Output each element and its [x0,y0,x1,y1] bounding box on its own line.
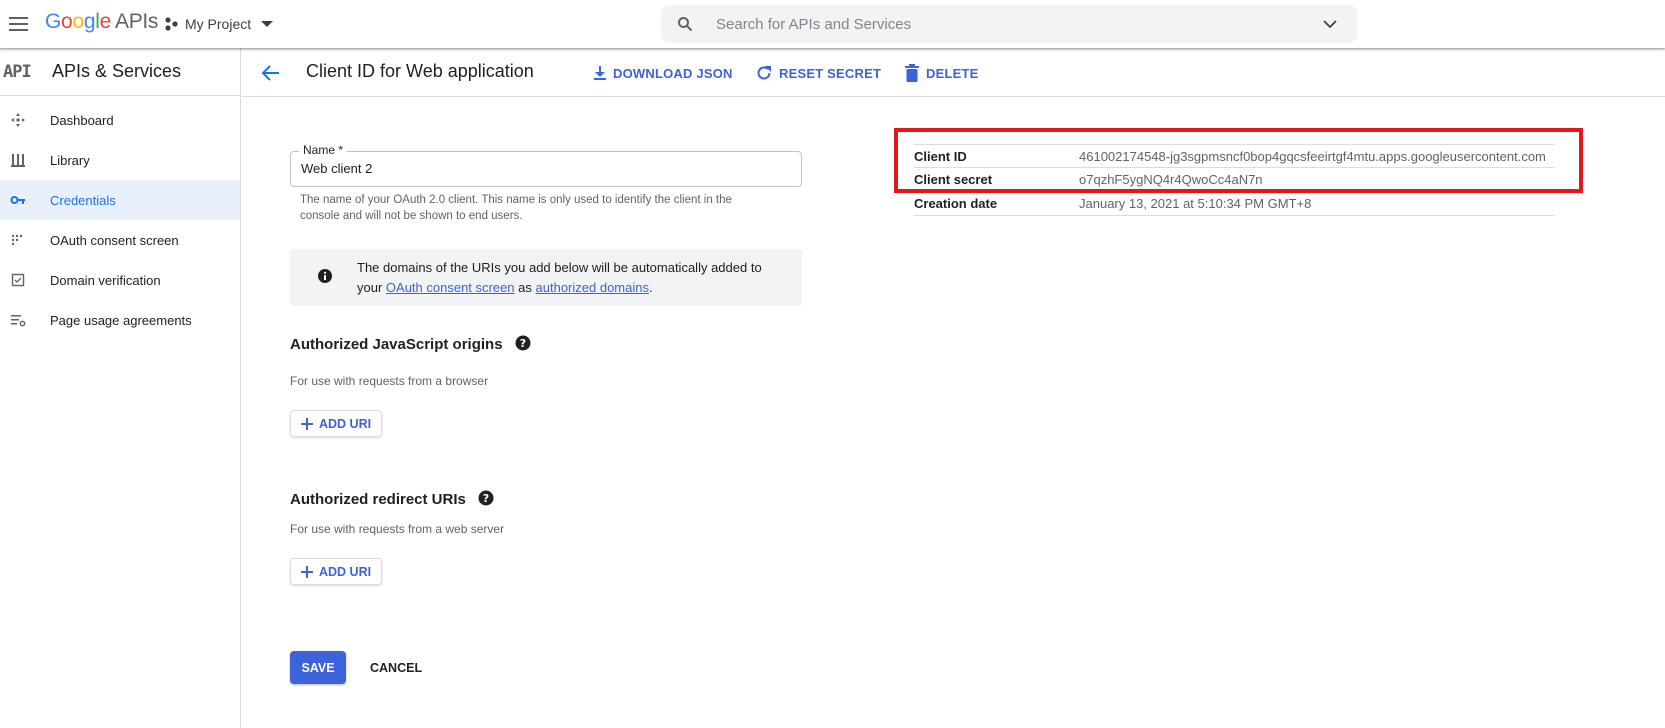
js-origins-subtitle: For use with requests from a browser [290,374,489,388]
help-icon[interactable]: ? [515,335,531,351]
svg-text:?: ? [520,337,526,350]
authorized-domains-link[interactable]: authorized domains [536,280,649,295]
download-json-button[interactable]: DOWNLOAD JSON [593,61,733,85]
name-field[interactable]: Name * [290,143,802,187]
name-label: Name * [299,143,348,157]
search-input[interactable] [716,13,1276,35]
save-button[interactable]: SAVE [290,651,346,684]
sidebar-item-credentials[interactable]: Credentials [0,180,240,220]
search-icon [678,17,693,32]
client-id-value[interactable]: 461002174548-jg3sgpmsncf0bop4gqcsfeeirtg… [1079,149,1546,164]
reset-secret-button[interactable]: RESET SECRET [755,61,881,85]
plus-icon [301,565,313,578]
redirect-uris-subtitle: For use with requests from a web server [290,522,505,536]
sidebar-item-dashboard[interactable]: Dashboard [0,100,240,140]
settings-list-icon [11,315,26,327]
library-icon [11,154,25,167]
sidebar: API APIs & Services Dashboard Library Cr… [0,48,241,728]
detail-row-client-id: Client ID 461002174548-jg3sgpmsncf0bop4g… [914,144,1555,168]
sidebar-title[interactable]: APIs & Services [52,61,181,82]
project-icon [165,17,178,31]
consent-icon [11,234,23,246]
detail-row-client-secret: Client secret o7qzhF5ygNQ4r4QwoCc4aN7n [914,168,1555,192]
refresh-icon [757,66,771,80]
content-header: Client ID for Web application DOWNLOAD J… [242,48,1665,97]
js-origins-title: Authorized JavaScript origins ? [290,335,531,353]
name-input[interactable] [301,161,781,176]
oauth-consent-link[interactable]: OAuth consent screen [386,280,515,295]
trash-icon [905,64,919,82]
add-redirect-uri-button[interactable]: ADD URI [290,558,383,585]
key-icon [10,196,25,204]
sidebar-item-domain-verification[interactable]: Domain verification [0,260,240,300]
checkbox-icon [11,273,25,287]
delete-button[interactable]: DELETE [904,61,978,85]
redirect-uris-title: Authorized redirect URIs ? [290,490,494,508]
page-title: Client ID for Web application [306,61,534,81]
caret-down-icon [261,21,274,27]
search-bar[interactable] [661,5,1357,43]
svg-text:?: ? [483,492,489,505]
name-hint: The name of your OAuth 2.0 client. This … [300,194,732,222]
google-apis-logo[interactable]: Google APIs [45,10,158,34]
sidebar-header: API APIs & Services [0,48,240,96]
sidebar-nav: Dashboard Library Credentials OAuth cons… [0,100,240,340]
info-icon [318,269,332,283]
sidebar-item-oauth-consent[interactable]: OAuth consent screen [0,220,240,260]
menu-icon[interactable] [8,11,34,37]
project-name: My Project [185,16,252,32]
client-details: Client ID 461002174548-jg3sgpmsncf0bop4g… [914,144,1555,216]
client-secret-value[interactable]: o7qzhF5ygNQ4r4QwoCc4aN7n [1079,172,1263,187]
plus-icon [301,417,313,430]
api-badge: API [3,61,32,82]
sidebar-item-page-usage[interactable]: Page usage agreements [0,300,240,340]
add-js-origin-button[interactable]: ADD URI [290,410,383,437]
sidebar-item-library[interactable]: Library [0,140,240,180]
cancel-button[interactable]: CANCEL [364,651,428,684]
chevron-down-icon[interactable] [1323,17,1337,31]
top-bar: Google APIs My Project [0,0,1665,48]
dashboard-icon [11,113,25,127]
info-text: The domains of the URIs you add below wi… [357,260,762,295]
download-icon [594,66,606,80]
back-arrow-icon[interactable] [260,62,282,84]
help-icon[interactable]: ? [478,490,494,506]
info-box: The domains of the URIs you add below wi… [290,249,802,306]
creation-date-value: January 13, 2021 at 5:10:34 PM GMT+8 [1079,196,1312,211]
detail-row-creation-date: Creation date January 13, 2021 at 5:10:3… [914,192,1555,216]
project-selector[interactable]: My Project [164,12,274,36]
